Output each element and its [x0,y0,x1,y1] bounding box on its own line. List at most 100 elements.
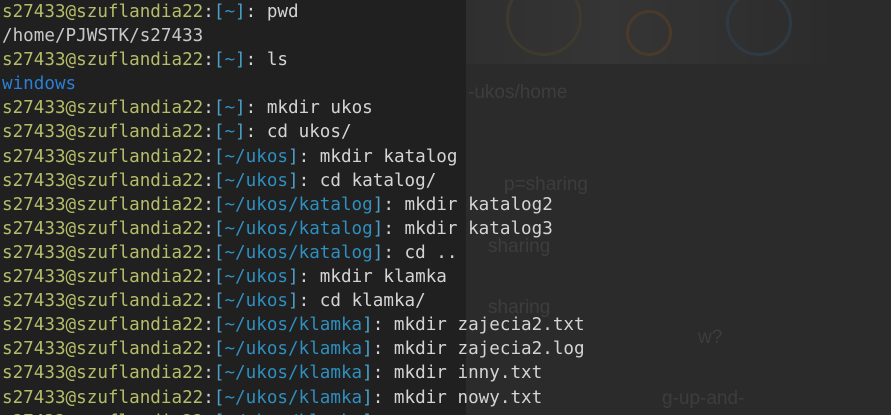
directory-entry: windows [2,74,77,95]
prompt-bracket-open: [ [213,50,225,71]
prompt-path: ~/ukos [224,267,289,288]
command-text: : cd klamka/ [298,291,426,312]
command-text: : [373,412,394,415]
prompt-bracket-close: ] [235,98,246,119]
prompt-bracket-close: ] [235,50,246,71]
terminal-command-line: s27433@szuflandia22:[~]: cd ukos/ [2,120,891,144]
prompt-user-host: s27433@szuflandia22 [2,291,204,312]
terminal-command-line: s27433@szuflandia22:[~/ukos]: mkdir klam… [2,265,891,289]
command-text: : mkdir zajecia2.txt [372,315,585,336]
prompt-bracket-open: [ [213,387,225,408]
terminal-output-line: /home/PJWSTK/s27433 [2,24,891,48]
prompt-bracket-open: [ [213,315,225,336]
prompt-bracket-open: [ [213,339,225,360]
prompt-colon: : [203,98,214,119]
prompt-colon: : [203,387,214,408]
prompt-bracket-open: [ [213,98,225,119]
prompt-path: ~/ukos [224,291,289,312]
prompt-bracket-close: ] [372,194,384,215]
terminal-command-line: s27433@szuflandia22:[~]: pwd [2,0,891,24]
terminal-command-line: s27433@szuflandia22:[~/ukos/klamka]: mkd… [2,313,891,337]
terminal-command-line: s27433@szuflandia22:[~/ukos]: mkdir kata… [2,145,891,169]
command-text: : mkdir katalog2 [383,194,553,215]
prompt-bracket-open: [ [213,267,225,288]
prompt-path: ~/ukos/klamka [224,315,363,336]
prompt-bracket-open: [ [213,242,225,263]
prompt-path: ~ [224,98,236,119]
prompt-user-host: s27433@szuflandia22 [2,218,204,239]
command-text: : ls [245,50,289,71]
prompt-bracket-close: ] [288,146,299,167]
prompt-bracket-close: ] [372,242,384,263]
command-text: : pwd [245,2,299,22]
command-text: : mkdir inny.txt [372,363,543,384]
terminal-command-line: s27433@szuflandia22:[~/ukos/katalog]: cd… [2,241,891,265]
prompt-bracket-close: ] [362,363,373,384]
prompt-user-host: s27433@szuflandia22 [2,387,204,408]
prompt-path: ~ [224,2,236,22]
prompt-colon: : [203,122,214,143]
prompt-bracket-open: [ [213,146,225,167]
prompt-bracket-open: [ [213,291,225,312]
terminal-command-line: s27433@szuflandia22:[~]: mkdir ukos [2,96,891,120]
prompt-colon: : [203,50,214,71]
prompt-colon: : [203,267,214,288]
prompt-user-host: s27433@szuflandia22 [2,339,204,360]
command-text: : mkdir zajecia2.log [372,339,585,360]
prompt-bracket-open: [ [213,2,225,22]
terminal-output[interactable]: s27433@szuflandia22:[~]: pwd/home/PJWSTK… [0,0,891,415]
terminal-output-line: windows [2,72,891,96]
prompt-user-host: s27433@szuflandia22 [2,315,204,336]
prompt-bracket-close: ] [288,267,299,288]
command-text: : cd katalog/ [298,170,437,191]
prompt-path: ~/ukos/klamka [224,363,363,384]
prompt-user-host: s27433@szuflandia22 [2,194,204,215]
prompt-path: ~/ukos/klamka [224,412,362,415]
prompt-path: ~/ukos/klamka [224,339,363,360]
terminal-command-line: s27433@szuflandia22:[~/ukos/katalog]: mk… [2,193,891,217]
command-text: : cd ukos/ [245,122,352,143]
prompt-user-host: s27433@szuflandia22 [2,170,204,191]
prompt-colon: : [203,194,214,215]
terminal-command-line: s27433@szuflandia22:[~/ukos/klamka]: mkd… [2,337,891,361]
terminal-command-line: s27433@szuflandia22:[~/ukos/klamka]: mkd… [2,386,891,410]
command-text: : mkdir klamka [298,267,447,288]
prompt-path: ~/ukos/katalog [224,194,373,215]
terminal-command-line: s27433@szuflandia22:[~/ukos]: cd klamka/ [2,289,891,313]
prompt-user-host: s27433@szuflandia22 [2,267,204,288]
prompt-bracket-open: [ [213,122,225,143]
prompt-user-host: s27433@szuflandia22 [2,122,204,143]
prompt-path: ~/ukos [224,170,289,191]
prompt-colon: : [203,412,214,415]
prompt-path: ~/ukos/klamka [224,387,363,408]
prompt-bracket-open: [ [214,412,225,415]
prompt-colon: : [203,218,214,239]
prompt-bracket-close: ] [288,170,299,191]
prompt-colon: : [203,242,214,263]
prompt-bracket-close: ] [235,2,246,22]
prompt-user-host: s27433@szuflandia22 [2,146,204,167]
prompt-bracket-open: [ [213,194,225,215]
prompt-bracket-close: ] [288,291,299,312]
prompt-colon: : [203,2,214,22]
prompt-user-host: s27433@szuflandia22 [2,2,204,22]
prompt-colon: : [203,339,214,360]
prompt-colon: : [203,146,214,167]
prompt-path: ~ [224,50,236,71]
command-text: : mkdir ukos [245,98,373,119]
command-text: : mkdir katalog3 [383,218,553,239]
prompt-bracket-close: ] [362,412,373,415]
prompt-bracket-close: ] [362,315,373,336]
terminal-window[interactable]: -ukos/home p=sharing sharing sharing w? … [0,0,891,415]
terminal-command-line: s27433@szuflandia22:[~/ukos/klamka]: [2,410,891,415]
prompt-user-host: s27433@szuflandia22 [2,242,204,263]
prompt-path: ~/ukos/katalog [224,242,373,263]
prompt-bracket-open: [ [213,218,225,239]
command-text: : mkdir nowy.txt [372,387,543,408]
terminal-command-line: s27433@szuflandia22:[~/ukos/klamka]: mkd… [2,361,891,385]
prompt-user-host: s27433@szuflandia22 [2,50,204,71]
prompt-bracket-open: [ [213,363,225,384]
prompt-colon: : [203,315,214,336]
command-text: : cd .. [383,242,458,263]
prompt-user-host: s27433@szuflandia22 [2,363,204,384]
